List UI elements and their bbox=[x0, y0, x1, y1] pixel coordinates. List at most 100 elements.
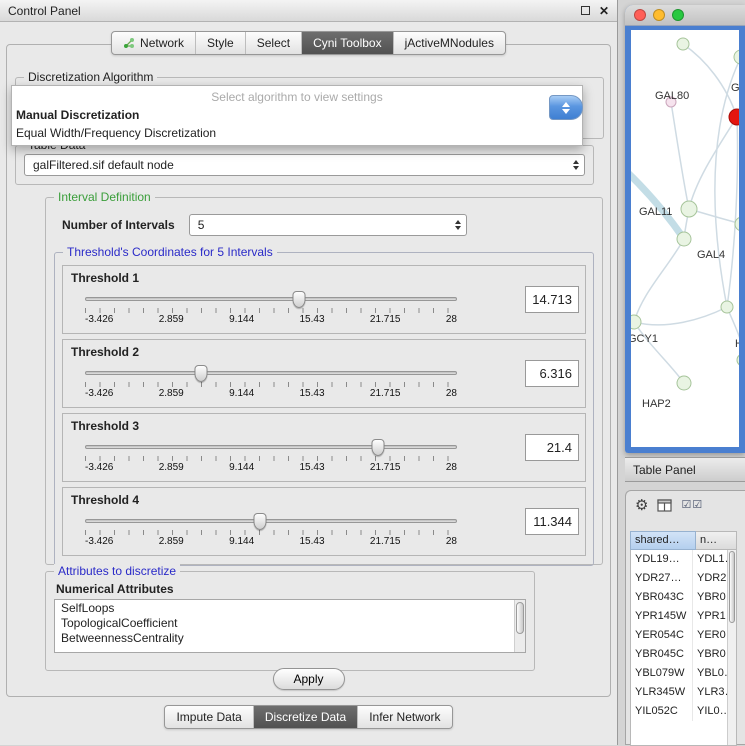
dropdown-option-equal-width[interactable]: Equal Width/Frequency Discretization bbox=[12, 124, 582, 145]
network-node[interactable] bbox=[631, 315, 641, 329]
table-row[interactable]: YIL052C YIL0… bbox=[631, 702, 727, 721]
cell-shared-name[interactable]: YIL052C bbox=[631, 702, 693, 721]
scale-tick-label: -3.426 bbox=[85, 388, 113, 399]
thresholds-group-title: Threshold's Coordinates for 5 Intervals bbox=[63, 245, 277, 259]
window-title: Control Panel bbox=[8, 4, 81, 18]
tab-cyni-toolbox[interactable]: Cyni Toolbox bbox=[302, 32, 393, 54]
cell-shared-name[interactable]: YDL19… bbox=[631, 550, 693, 569]
threshold-3-slider-thumb[interactable] bbox=[372, 439, 385, 456]
list-item[interactable]: TopologicalCoefficient bbox=[55, 615, 513, 630]
tab-cyni-toolbox-label: Cyni Toolbox bbox=[313, 36, 381, 50]
cell-name[interactable]: YBR0… bbox=[693, 588, 727, 607]
threshold-3-value-field[interactable]: 21.4 bbox=[525, 434, 579, 461]
table-row[interactable]: YPR145W YPR1… bbox=[631, 607, 727, 626]
minimize-traffic-light-icon[interactable] bbox=[653, 9, 665, 21]
table-row[interactable]: YDL19… YDL1… bbox=[631, 550, 727, 569]
cell-shared-name[interactable]: YBR043C bbox=[631, 588, 693, 607]
float-window-icon[interactable] bbox=[581, 6, 590, 15]
cell-name[interactable]: YIL0… bbox=[693, 702, 727, 721]
cell-shared-name[interactable]: YER054C bbox=[631, 626, 693, 645]
network-node[interactable] bbox=[737, 354, 739, 366]
threshold-2-value-field[interactable]: 6.316 bbox=[525, 360, 579, 387]
table-row[interactable]: YBL079W YBL0… bbox=[631, 664, 727, 683]
threshold-2-slider-thumb[interactable] bbox=[194, 365, 207, 382]
table-panel-header[interactable]: Table Panel bbox=[625, 457, 745, 482]
zoom-traffic-light-icon[interactable] bbox=[672, 9, 684, 21]
scale-tick-label: 2.859 bbox=[159, 388, 184, 399]
cell-name[interactable]: YBR0… bbox=[693, 645, 727, 664]
scale-tick-label: -3.426 bbox=[85, 314, 113, 325]
tab-infer-network[interactable]: Infer Network bbox=[358, 706, 451, 728]
table-row[interactable]: YBR045C YBR0… bbox=[631, 645, 727, 664]
scale-tick-label: 28 bbox=[446, 314, 457, 325]
scrollbar-thumb[interactable] bbox=[516, 602, 524, 634]
threshold-4-slider-thumb[interactable] bbox=[253, 513, 266, 530]
tab-select[interactable]: Select bbox=[246, 32, 302, 54]
highlighted-edge[interactable] bbox=[631, 170, 684, 239]
select-all-checkbox-icon[interactable]: ☑☑ bbox=[681, 500, 703, 511]
cell-name[interactable]: YPR1… bbox=[693, 607, 727, 626]
cell-shared-name[interactable]: YBR045C bbox=[631, 645, 693, 664]
scale-tick-label: 21.715 bbox=[370, 314, 401, 325]
attributes-scrollbar[interactable] bbox=[514, 600, 525, 652]
scale-tick-label: 28 bbox=[446, 388, 457, 399]
scale-tick-label: 28 bbox=[446, 536, 457, 547]
close-traffic-light-icon[interactable] bbox=[634, 9, 646, 21]
list-item[interactable]: SelfLoops bbox=[55, 600, 513, 615]
threshold-4-value-field[interactable]: 11.344 bbox=[525, 508, 579, 535]
column-header-name[interactable]: n… bbox=[696, 531, 737, 550]
network-window-titlebar[interactable] bbox=[625, 5, 745, 26]
cell-shared-name[interactable]: YPR145W bbox=[631, 607, 693, 626]
columns-icon[interactable] bbox=[657, 499, 672, 512]
tab-jactivemnodules[interactable]: jActiveMNodules bbox=[394, 32, 505, 54]
table-row[interactable]: YER054C YER0… bbox=[631, 626, 727, 645]
table-data-combobox[interactable]: galFiltered.sif default node bbox=[24, 154, 585, 176]
threshold-1-slider[interactable] bbox=[85, 297, 457, 301]
combo-down-arrow-icon bbox=[562, 109, 570, 114]
network-node[interactable] bbox=[734, 50, 739, 64]
gear-icon[interactable]: ⚙ bbox=[635, 498, 648, 513]
table-body: YDL19… YDL1… YDR27… YDR2… YBR043C YBR0… … bbox=[630, 550, 737, 746]
algorithm-combobox[interactable] bbox=[549, 95, 583, 120]
network-canvas[interactable]: GAL80 GA GAL11 GAL4 GCY1 HAP2 H bbox=[625, 26, 745, 453]
tab-style[interactable]: Style bbox=[196, 32, 246, 54]
cell-shared-name[interactable]: YLR345W bbox=[631, 683, 693, 702]
threshold-1-value-field[interactable]: 14.713 bbox=[525, 286, 579, 313]
threshold-3-slider[interactable] bbox=[85, 445, 457, 449]
scrollbar-thumb[interactable] bbox=[729, 551, 735, 623]
cell-shared-name[interactable]: YDR27… bbox=[631, 569, 693, 588]
threshold-2-slider[interactable] bbox=[85, 371, 457, 375]
selected-network-node[interactable] bbox=[729, 109, 739, 125]
table-row[interactable]: YLR345W YLR3… bbox=[631, 683, 727, 702]
cell-name[interactable]: YBL0… bbox=[693, 664, 727, 683]
apply-button[interactable]: Apply bbox=[272, 668, 344, 690]
network-node[interactable] bbox=[677, 376, 691, 390]
number-of-intervals-combobox[interactable]: 5 bbox=[189, 214, 467, 236]
network-node[interactable] bbox=[681, 201, 697, 217]
cell-name[interactable]: YDL1… bbox=[693, 550, 727, 569]
threshold-1-label: Threshold 1 bbox=[71, 271, 577, 285]
network-node[interactable] bbox=[677, 38, 689, 50]
list-item[interactable]: BetweennessCentrality bbox=[55, 630, 513, 645]
table-scrollbar[interactable] bbox=[727, 550, 736, 745]
tab-impute-data[interactable]: Impute Data bbox=[165, 706, 253, 728]
network-view-window[interactable]: GAL80 GA GAL11 GAL4 GCY1 HAP2 H bbox=[625, 5, 745, 453]
close-icon[interactable]: ✕ bbox=[599, 5, 609, 17]
table-row[interactable]: YBR043C YBR0… bbox=[631, 588, 727, 607]
cell-name[interactable]: YDR2… bbox=[693, 569, 727, 588]
tab-network[interactable]: Network bbox=[112, 32, 196, 54]
network-node[interactable] bbox=[721, 301, 733, 313]
column-header-shared-name[interactable]: shared… bbox=[630, 531, 696, 550]
network-node[interactable] bbox=[677, 232, 691, 246]
cell-name[interactable]: YER0… bbox=[693, 626, 727, 645]
threshold-1-slider-thumb[interactable] bbox=[293, 291, 306, 308]
table-row[interactable]: YDR27… YDR2… bbox=[631, 569, 727, 588]
tab-discretize-data[interactable]: Discretize Data bbox=[254, 706, 358, 728]
cell-shared-name[interactable]: YBL079W bbox=[631, 664, 693, 683]
attributes-list[interactable]: SelfLoops TopologicalCoefficient Between… bbox=[54, 599, 526, 653]
node-label: GA bbox=[731, 82, 739, 94]
dropdown-option-manual[interactable]: Manual Discretization bbox=[12, 106, 582, 124]
threshold-4-slider[interactable] bbox=[85, 519, 457, 523]
titlebar[interactable]: Control Panel ✕ bbox=[0, 0, 617, 22]
cell-name[interactable]: YLR3… bbox=[693, 683, 727, 702]
